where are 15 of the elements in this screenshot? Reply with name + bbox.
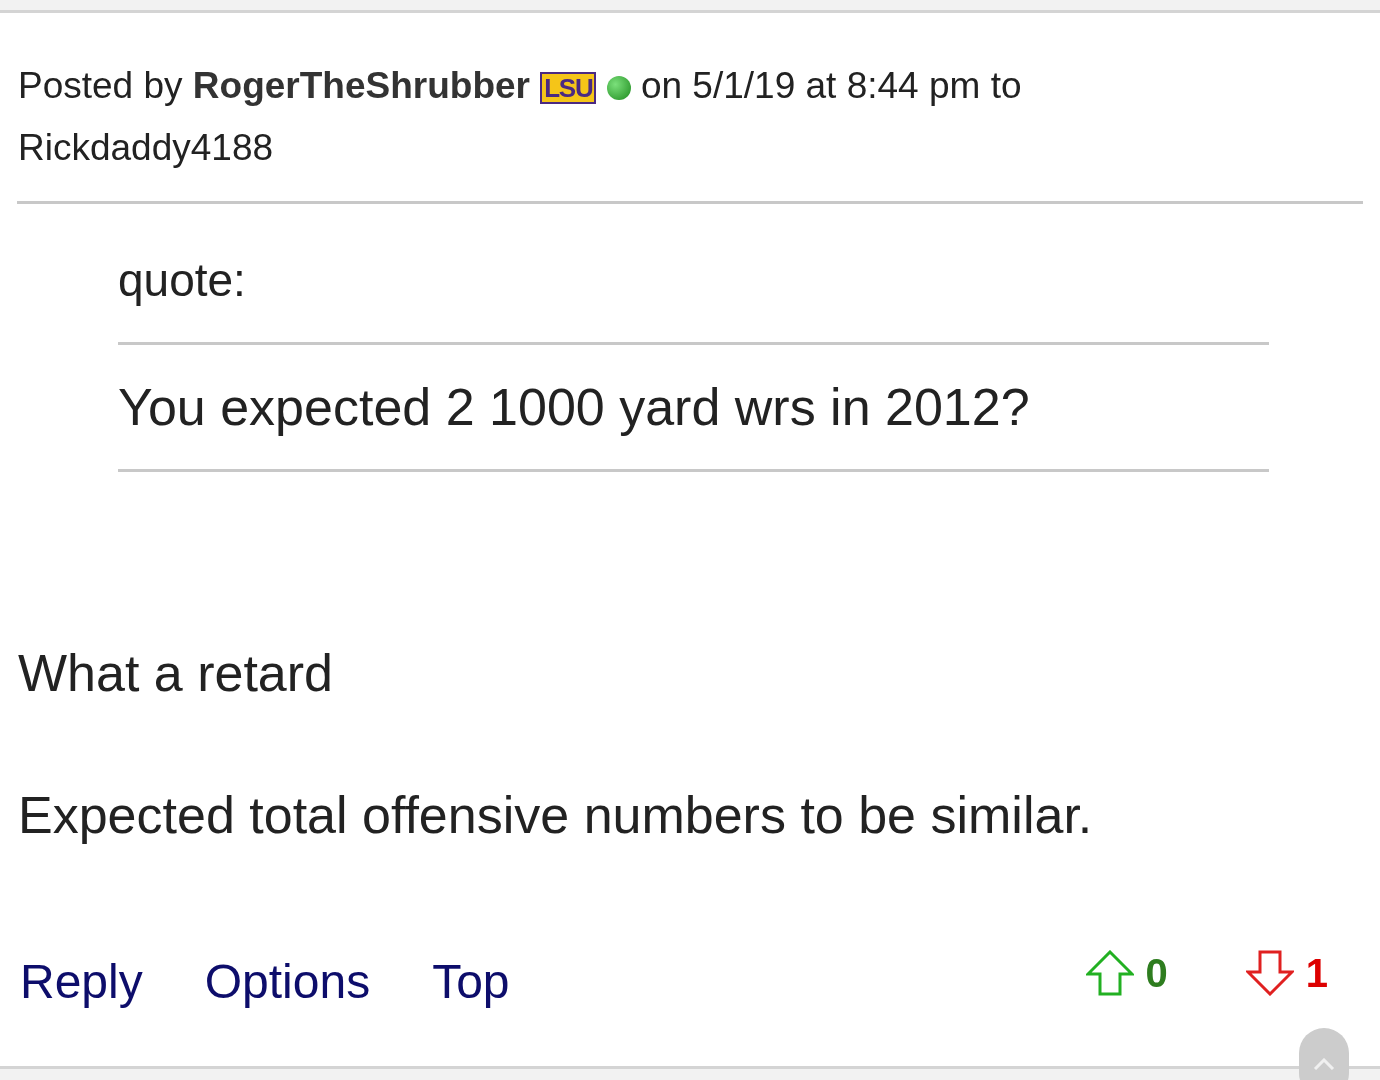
post-action-link[interactable]: Top	[432, 952, 510, 1012]
post-byline: Posted by RogerTheShrubber LSU on 5/1/19 at 8:44 pm to Rickdaddy4188	[18, 65, 1022, 168]
quote-text: You expected 2 1000 yard wrs in 2012?	[118, 377, 1031, 438]
upvote-button[interactable]: 0	[1085, 943, 1168, 1003]
post-action-link[interactable]: Options	[204, 952, 371, 1012]
quote-label: quote:	[118, 253, 247, 308]
down-arrow-icon	[1245, 950, 1294, 996]
post-action-link[interactable]: Reply	[20, 952, 143, 1012]
downvote-button[interactable]: 1	[1245, 943, 1328, 1003]
post-text: Expected total offensive numbers to be similar.	[18, 785, 1094, 846]
scroll-to-top-button[interactable]	[1299, 1028, 1349, 1080]
post-text: What a retard	[18, 643, 335, 704]
up-arrow-icon	[1085, 950, 1134, 996]
team-badge: LSU	[540, 72, 597, 105]
chevron-up-icon	[1313, 1058, 1335, 1070]
